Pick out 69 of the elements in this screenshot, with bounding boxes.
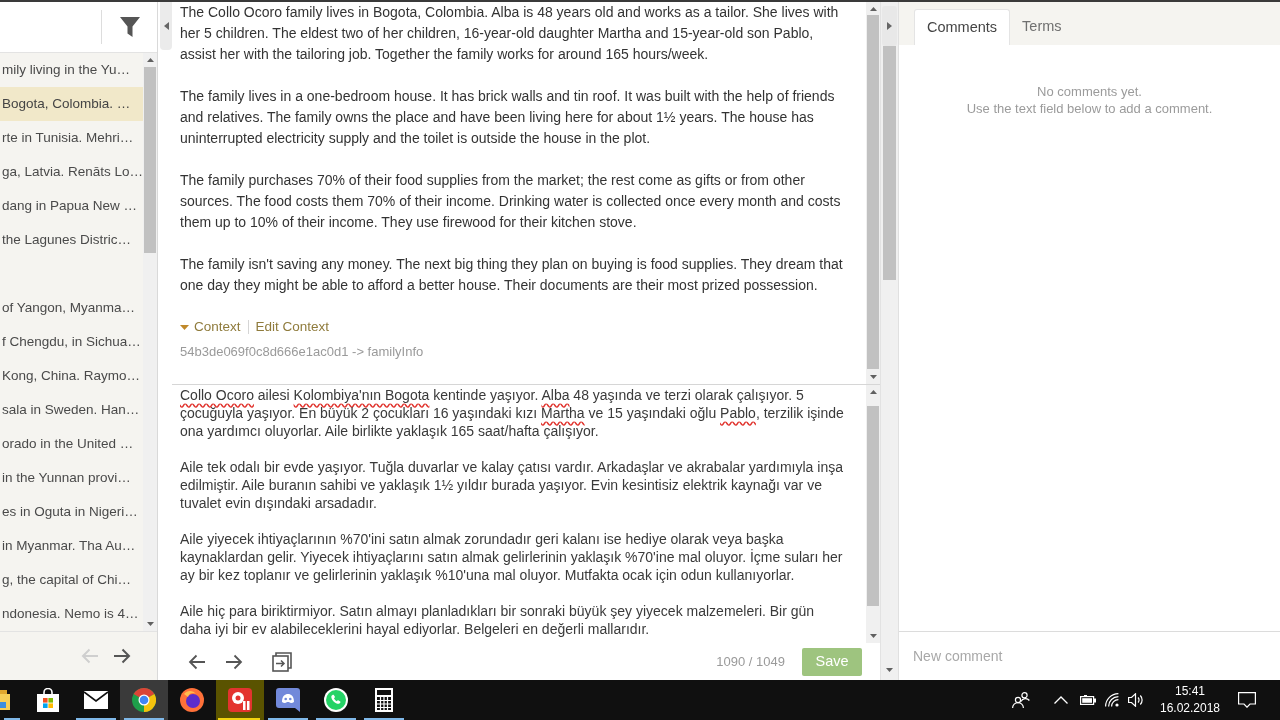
- caret-up-icon[interactable]: [869, 390, 877, 394]
- app-tile-icon[interactable]: [228, 688, 252, 712]
- caret-left-icon: [163, 22, 169, 30]
- circle-logo-icon[interactable]: [132, 688, 156, 712]
- source-paragraph: The Collo Ocoro family lives in Bogota, Colombia. Alba is 48 years old and works as a tailor. She lives with her 5 children. The eldest two of her children, 16-year-old daughter Martha and 15-year-old son Pablo, assist her with the tailoring job. Together the family works for around 165 hours/week.: [180, 3, 840, 64]
- empty-message: Use the text field below to add a comment.: [966, 100, 1213, 117]
- arrow-right-icon[interactable]: [225, 653, 243, 670]
- people-icon[interactable]: [1012, 692, 1030, 708]
- shopping-bag-icon[interactable]: [37, 688, 59, 712]
- translation-editor[interactable]: Collo Ocoro ailesi Kolombiya'nın Bogota kentinde yaşıyor. Alba 48 yaşında ve terzi olarak çalışıyor. 5 çocuğuyla yaşıyor. En büyük 2 çocukları 16 yaşındaki kızı Martha ve 15 yaşındaki oğlu Pablo, terzilik işinde ona yardımcı oluyorlar. Aile birlikte yaklaşık 165 saat/hafta çalışıyor. Aile tek odalı bir evde yaşıyor. Tuğla duvarlar ve kalay çatısı vardır. Arkadaşlar ve akrabalar yardımıyla inşa edilmiştir. Aile buranın sahibi ve yaklaşık 1½ yıldır burada yaşıyor. Evin kesintisiz elektrik kaynağı var ve tuvalet evin dışındaki arsadadır. Aile yiyecek ihtiyaçlarının %70'ini satın almak zorundadır geri kalanı ise hediye olarak veya başka kaynaklardan gelir. Yiyecek ihtiyaçlarını satın almak gelirlerinin yaklaşık %70'ine mal oluyor. İçme suları her ay bir kez toplanır ve gelirlerinin yaklaşık %10'una mal oluyor. Mutfakta ocak için odun kullanıyorlar. Aile hiç para biriktirmiyor. Satın almayı planladıkları bir sonraki büyük şey yiyecek malzemeleri. Bir gün daha iyi bir ev alabileceklerini hayal ediyorlar. Belgeleri en değerli mallarıdır.: [172, 385, 866, 643]
- battery-icon[interactable]: [1080, 695, 1096, 705]
- sidebar-item[interactable]: mily living in the Yu…: [0, 53, 143, 87]
- sidebar-item[interactable]: Kong, China. Raymo…: [0, 359, 143, 393]
- character-counter: 1090 / 1049: [716, 652, 785, 671]
- envelope-icon[interactable]: [84, 691, 108, 709]
- folder-icon[interactable]: [0, 690, 10, 710]
- taskbar-date: 16.02.2018: [1159, 700, 1221, 717]
- scrollbar-thumb[interactable]: [883, 46, 896, 280]
- taskbar-button[interactable]: [216, 680, 264, 720]
- sidebar-item[interactable]: rte in Tunisia. Mehri…: [0, 121, 143, 155]
- arrow-left-icon[interactable]: [188, 653, 206, 670]
- chevron-up-icon[interactable]: [1054, 696, 1068, 704]
- taskbar-time: 15:41: [1175, 683, 1205, 700]
- expand-handle[interactable]: [882, 6, 897, 46]
- sidebar-item[interactable]: sala in Sweden. Han…: [0, 393, 143, 427]
- caret-down-icon[interactable]: [146, 622, 154, 626]
- chat-bubble-icon[interactable]: [276, 688, 300, 712]
- caret-down-icon[interactable]: [869, 634, 877, 638]
- source-paragraph: The family purchases 70% of their food supplies from the market; the rest come as gifts or from other sources. The food costs them 70% of their income. Drinking water is collected once every month and costs them up to 10% of their income. They use firewood for their kitchen stove.: [180, 171, 842, 232]
- scrollbar-thumb[interactable]: [144, 67, 156, 253]
- sidebar-item[interactable]: in the Yunnan provi…: [0, 461, 143, 495]
- caret-up-icon[interactable]: [146, 58, 154, 62]
- context-key-text: 54b3de069f0c8d666e1ac0d1 -> familyInfo: [180, 343, 425, 361]
- caret-down-icon[interactable]: [869, 375, 877, 379]
- sidebar-item[interactable]: f Chengdu, in Sichua…: [0, 325, 143, 359]
- sidebar-item[interactable]: ga, Latvia. Renāts Lo…: [0, 155, 143, 189]
- sidebar-item[interactable]: Bogota, Colombia. …: [0, 87, 143, 121]
- scrollbar-thumb[interactable]: [867, 15, 879, 369]
- arrow-right-icon[interactable]: [113, 648, 131, 664]
- caret-right-icon: [887, 22, 892, 30]
- caret-up-icon[interactable]: [869, 7, 877, 11]
- collapse-handle[interactable]: [160, 2, 172, 50]
- flame-globe-icon[interactable]: [180, 688, 204, 712]
- source-paragraph: The family lives in a one-bedroom house. It has brick walls and tin roof. It was built with the help of friends and relatives. The family owns the place and have been living here for about 1½ years. The house has uninterrupted electricity supply and the toilet is outside the house in the plot.: [180, 87, 836, 148]
- calculator-icon[interactable]: [375, 688, 393, 712]
- tab[interactable]: Terms: [1010, 9, 1074, 45]
- context-toggle[interactable]: Context: [180, 316, 241, 338]
- phone-bubble-icon[interactable]: [324, 688, 348, 712]
- sidebar-item[interactable]: the Lagunes Distric…: [0, 223, 143, 257]
- edit-context-link[interactable]: Edit Context: [255, 316, 330, 338]
- sidebar-item[interactable]: es in Oguta in Nigeri…: [0, 495, 143, 529]
- empty-message: No comments yet.: [1037, 83, 1142, 100]
- sidebar-item[interactable]: in Myanmar. Tha Au…: [0, 529, 143, 563]
- sidebar-item[interactable]: of Yangon, Myanma…: [0, 291, 143, 325]
- sidebar-item[interactable]: g, the capital of Chi…: [0, 563, 143, 597]
- source-paragraph: The family isn't saving any money. The next big thing they plan on buying is food supplies. They dream that one day they might be able to afford a better house. Their documents are their most prized possession.: [180, 255, 844, 295]
- speaker-icon[interactable]: [1128, 693, 1144, 707]
- taskbar-button[interactable]: [120, 680, 168, 720]
- copy-icon[interactable]: [272, 651, 292, 672]
- tab[interactable]: Comments: [914, 9, 1011, 45]
- sidebar-item[interactable]: dang in Papua New …: [0, 189, 143, 223]
- sidebar-item[interactable]: orado in the United …: [0, 427, 143, 461]
- wifi-icon[interactable]: [1105, 693, 1119, 707]
- scrollbar-thumb[interactable]: [867, 406, 879, 606]
- notification-icon[interactable]: [1238, 692, 1256, 708]
- caret-down-icon: [180, 324, 189, 330]
- sidebar-item[interactable]: ndonesia. Nemo is 4…: [0, 597, 143, 631]
- caret-down-icon[interactable]: [886, 668, 893, 672]
- filter-icon[interactable]: [119, 17, 140, 37]
